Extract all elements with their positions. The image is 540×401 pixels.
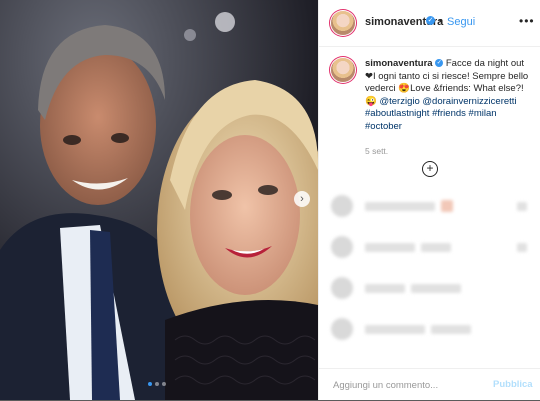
plus-circle-icon[interactable]: +: [422, 161, 438, 177]
blurred-text: [365, 284, 405, 293]
avatar: [331, 236, 353, 258]
separator-dot: •: [439, 15, 443, 27]
caption-line-1: Facce da night out: [445, 58, 525, 69]
comment-row-blurred: [331, 318, 531, 340]
hashtag-link[interactable]: #aboutlastnight: [365, 108, 429, 119]
avatar: [331, 277, 353, 299]
post-time: 5 sett.: [365, 146, 389, 156]
wink-emoji-icon: 😜: [365, 95, 377, 107]
comment-row-blurred: [331, 236, 531, 258]
next-photo-button[interactable]: ›: [294, 191, 310, 207]
blurred-text: [431, 325, 471, 334]
post-photo[interactable]: ›: [0, 0, 318, 400]
mention-link[interactable]: @terzigio: [379, 96, 419, 107]
mention-link[interactable]: @dorainvernizziceretti: [422, 96, 516, 107]
photo-image: [0, 0, 318, 400]
blurred-text: [365, 325, 425, 334]
avatar: [331, 318, 353, 340]
follow-button[interactable]: Segui: [447, 16, 475, 28]
post-sidebar: simonaventura ✓ • Segui ••• simonaventur…: [318, 0, 540, 400]
heart-emoji-icon: ❤: [365, 70, 373, 82]
publish-button[interactable]: Pubblica: [493, 379, 533, 390]
caption-line-3: Love &friends: What else?!: [410, 83, 524, 94]
carousel-dot: [155, 382, 159, 386]
comment-row-blurred: [331, 277, 531, 299]
ellipsis-icon[interactable]: •••: [519, 14, 535, 28]
avatar[interactable]: [331, 11, 355, 35]
carousel-indicator: [148, 382, 166, 386]
caption-author-link[interactable]: simonaventura: [365, 58, 433, 69]
avatar[interactable]: [331, 58, 355, 82]
hashtag-link[interactable]: #friends: [432, 108, 466, 119]
blurred-emoji: [441, 200, 453, 212]
verified-badge-icon: ✓: [426, 16, 435, 25]
verified-badge-icon: ✓: [435, 59, 444, 68]
instagram-post-modal: › simonaventura ✓ • Segui ••• simonavent…: [0, 0, 540, 400]
comment-input[interactable]: [331, 375, 485, 395]
heart-eyes-emoji-icon: 😍: [398, 83, 411, 94]
chevron-right-icon: ›: [300, 193, 304, 205]
blurred-text: [421, 243, 451, 252]
carousel-dot: [162, 382, 166, 386]
blurred-heart-icon: [517, 243, 527, 252]
caption-text: simonaventura ✓ Facce da night out ❤I og…: [365, 58, 533, 133]
post-header: simonaventura ✓ • Segui •••: [319, 0, 540, 47]
avatar: [331, 195, 353, 217]
blurred-text: [411, 284, 461, 293]
hashtag-link[interactable]: #october: [365, 121, 402, 132]
blurred-text: [365, 202, 435, 211]
hashtag-link[interactable]: #milan: [469, 108, 497, 119]
blurred-text: [365, 243, 415, 252]
carousel-dot: [148, 382, 152, 386]
blurred-heart-icon: [517, 202, 527, 211]
comment-row-blurred: [331, 195, 531, 217]
comment-bar: Pubblica: [319, 368, 540, 401]
